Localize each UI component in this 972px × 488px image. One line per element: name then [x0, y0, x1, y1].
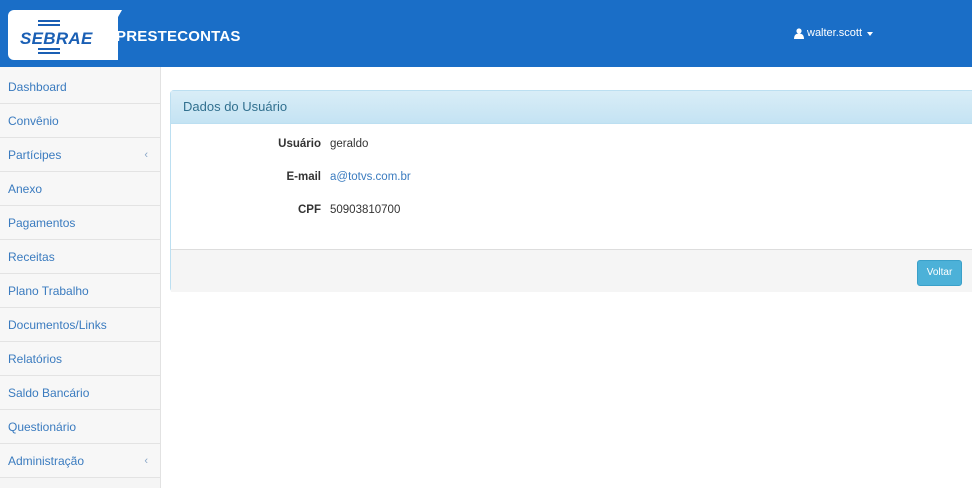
- field-value-cpf: 50903810700: [330, 204, 401, 216]
- sidebar-item-label: Pagamentos: [8, 216, 76, 230]
- sidebar-item-administracao[interactable]: Administração ‹: [0, 444, 160, 478]
- panel-body: Usuário geraldo E-mail a@totvs.com.br CP…: [171, 124, 972, 249]
- field-row-email: E-mail a@totvs.com.br: [171, 171, 771, 187]
- sidebar-item-participes[interactable]: Partícipes ‹: [0, 138, 160, 172]
- sidebar-item-label: Plano Trabalho: [8, 284, 89, 298]
- logo-stripe: [38, 48, 60, 50]
- sidebar-item-receitas[interactable]: Receitas: [0, 240, 160, 274]
- field-label: CPF: [298, 204, 321, 216]
- sidebar: Dashboard Convênio Partícipes ‹ Anexo Pa…: [0, 67, 161, 488]
- logo-stripe: [38, 52, 60, 54]
- user-menu-dropdown[interactable]: walter.scott: [794, 27, 874, 39]
- sidebar-item-label: Convênio: [8, 114, 59, 128]
- panel-title: Dados do Usuário: [171, 91, 972, 124]
- sebrae-logo: SEBRAE: [20, 18, 94, 54]
- logo-stripe: [38, 24, 60, 26]
- sidebar-item-label: Anexo: [8, 182, 43, 196]
- sidebar-item-convenio[interactable]: Convênio: [0, 104, 160, 138]
- sidebar-item-label: Receitas: [8, 250, 55, 264]
- sidebar-item-label: Saldo Bancário: [8, 386, 90, 400]
- sidebar-item-plano-trabalho[interactable]: Plano Trabalho: [0, 274, 160, 308]
- field-row-cpf: CPF 50903810700: [171, 204, 771, 220]
- field-label: E-mail: [286, 171, 321, 183]
- user-name: walter.scott: [807, 27, 863, 39]
- sidebar-item-relatorios[interactable]: Relatórios: [0, 342, 160, 376]
- sidebar-item-questionario[interactable]: Questionário: [0, 410, 160, 444]
- field-label: Usuário: [278, 138, 321, 150]
- field-row-usuario: Usuário geraldo: [171, 138, 771, 154]
- sidebar-item-label: Administração: [8, 454, 85, 468]
- app-title: PRESTECONTAS: [116, 28, 241, 45]
- sidebar-item-label: Documentos/Links: [8, 318, 107, 332]
- chevron-left-icon: ‹: [144, 149, 148, 161]
- back-button[interactable]: Voltar: [917, 260, 962, 286]
- brand[interactable]: SEBRAE PRESTECONTAS: [8, 10, 256, 60]
- sidebar-item-label: Partícipes: [8, 148, 62, 162]
- sidebar-item-saldo-bancario[interactable]: Saldo Bancário: [0, 376, 160, 410]
- sidebar-item-label: Dashboard: [8, 80, 67, 94]
- user-details-panel: Dados do Usuário Usuário geraldo E-mail …: [170, 90, 972, 292]
- email-link[interactable]: a@totvs.com.br: [330, 171, 411, 183]
- logo-text: SEBRAE: [20, 29, 93, 48]
- sidebar-item-label: Relatórios: [8, 352, 63, 366]
- panel-footer: Voltar: [171, 249, 972, 292]
- caret-down-icon: [867, 31, 874, 36]
- sidebar-item-pagamentos[interactable]: Pagamentos: [0, 206, 160, 240]
- sidebar-item-dashboard[interactable]: Dashboard: [0, 67, 160, 104]
- field-value-usuario: geraldo: [330, 138, 369, 150]
- user-icon: [794, 27, 804, 39]
- logo-stripe: [38, 20, 60, 22]
- chevron-left-icon: ‹: [144, 455, 148, 467]
- sidebar-item-documentos-links[interactable]: Documentos/Links: [0, 308, 160, 342]
- sidebar-item-label: Questionário: [8, 420, 77, 434]
- sidebar-item-anexo[interactable]: Anexo: [0, 172, 160, 206]
- top-navbar: SEBRAE PRESTECONTAS walter.scott: [0, 0, 972, 67]
